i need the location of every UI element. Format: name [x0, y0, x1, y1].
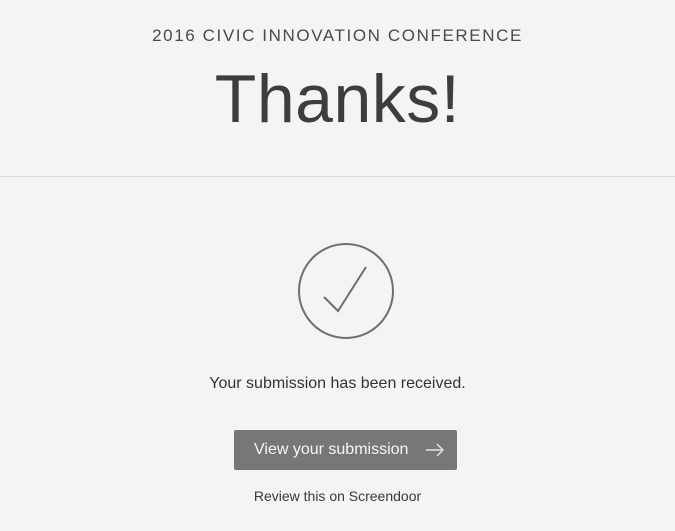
view-submission-button[interactable]: View your submission [234, 430, 457, 470]
page: 2016 CIVIC INNOVATION CONFERENCE Thanks!… [0, 0, 675, 531]
review-link-label: Review this on Screendoor [253, 488, 422, 504]
page-header: 2016 CIVIC INNOVATION CONFERENCE Thanks! [0, 0, 675, 177]
event-name: 2016 CIVIC INNOVATION CONFERENCE [152, 26, 523, 45]
confirmation-message: Your submission has been received. [209, 375, 466, 392]
arrow-right-icon [426, 443, 444, 457]
checkmark-circle-icon [298, 243, 394, 339]
view-submission-label: View your submission [254, 441, 409, 458]
page-title: Thanks! [214, 61, 461, 137]
review-on-screendoor-link[interactable]: Review this on Screendoor [0, 487, 675, 505]
